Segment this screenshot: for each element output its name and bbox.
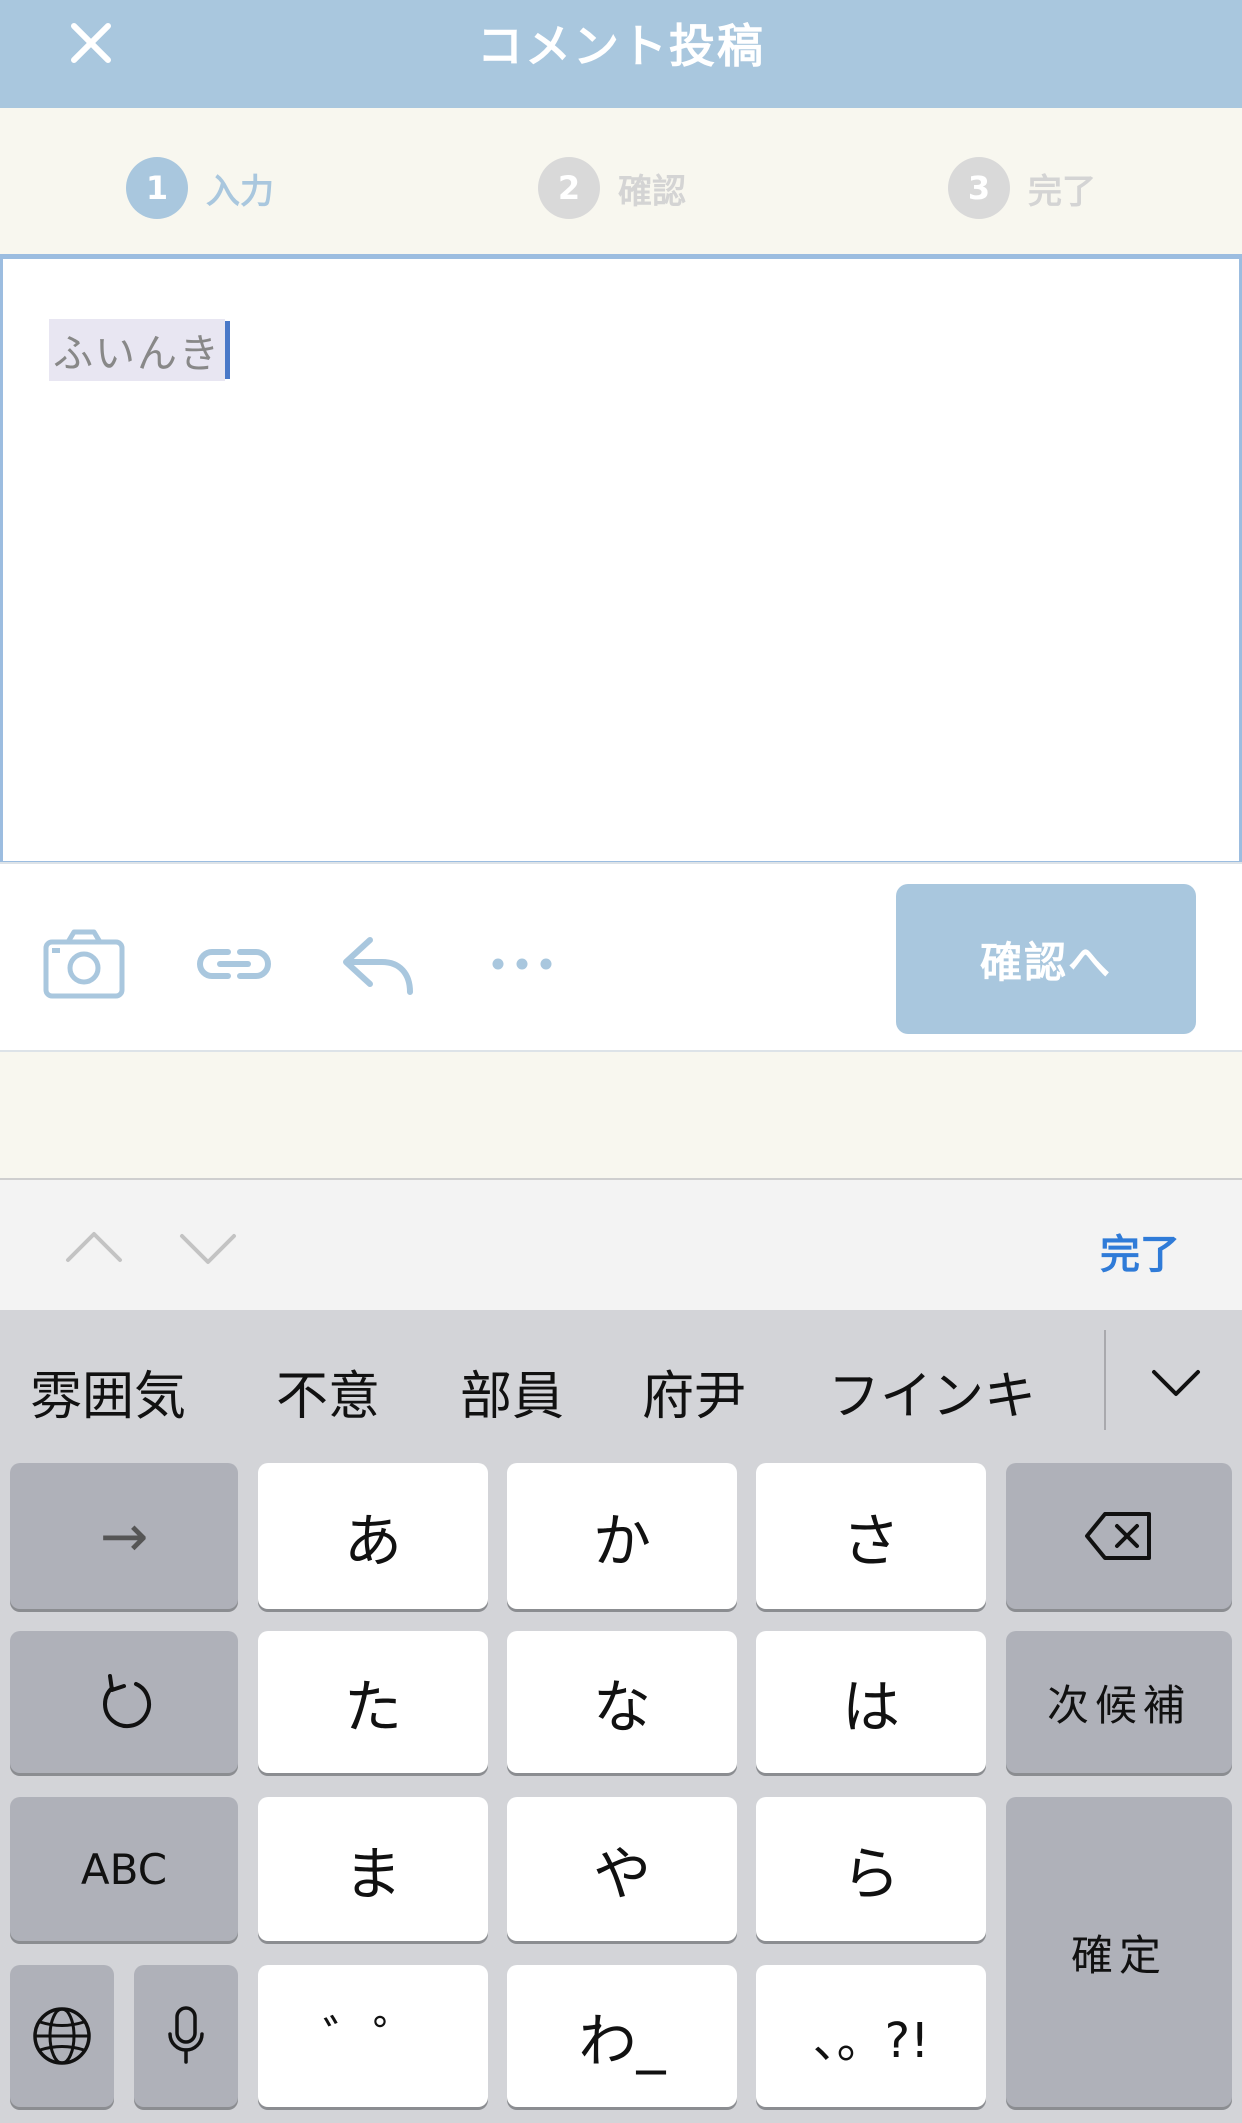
more-icon bbox=[492, 958, 552, 970]
chevron-down-icon bbox=[180, 1234, 236, 1264]
candidate-item[interactable]: 不意 bbox=[276, 1354, 380, 1429]
reply-icon bbox=[343, 937, 413, 995]
arrow-key-label: → bbox=[99, 1502, 149, 1570]
key-a[interactable]: あ bbox=[258, 1463, 488, 1609]
key-label: 、。?! bbox=[812, 2013, 930, 2069]
key-label: ら bbox=[841, 1840, 900, 1908]
key-ma[interactable]: ま bbox=[258, 1797, 488, 1941]
step-input: 1 入力 bbox=[126, 156, 274, 220]
dakuten-key[interactable]: ゛゜ bbox=[258, 1965, 488, 2107]
key-label: あ bbox=[343, 1507, 402, 1575]
step-label: 入力 bbox=[206, 171, 274, 212]
step-number: 3 bbox=[948, 157, 1010, 219]
step-number: 1 bbox=[126, 157, 188, 219]
camera-button[interactable] bbox=[42, 922, 126, 1006]
key-label: た bbox=[343, 1673, 402, 1741]
step-complete: 3 完了 bbox=[948, 156, 1096, 220]
japanese-keyboard: 雰囲気 不意 部員 府尹 フインキ → あ か さ た な は 次候補 ABC … bbox=[0, 1310, 1242, 2123]
candidate-item[interactable]: 府尹 bbox=[642, 1354, 746, 1429]
candidate-bar: 雰囲気 不意 部員 府尹 フインキ bbox=[0, 1310, 1242, 1462]
key-label: ABC bbox=[80, 1844, 168, 1894]
punctuation-key[interactable]: 、。?! bbox=[756, 1965, 986, 2107]
header-bar: コメント投稿 bbox=[0, 0, 1242, 108]
step-label: 完了 bbox=[1028, 171, 1096, 212]
microphone-icon bbox=[168, 2006, 204, 2064]
composition-area: ふいんき bbox=[49, 319, 230, 381]
step-confirm: 2 確認 bbox=[538, 156, 686, 220]
backspace-key[interactable] bbox=[1006, 1463, 1232, 1609]
reply-button[interactable] bbox=[336, 922, 420, 1006]
key-ha[interactable]: は bbox=[756, 1631, 986, 1773]
go-to-confirm-button[interactable]: 確認へ bbox=[896, 884, 1196, 1034]
composer-toolbar: 確認へ bbox=[0, 862, 1242, 1052]
confirm-key[interactable]: 確定 bbox=[1006, 1797, 1232, 2107]
comment-textarea[interactable]: ふいんき bbox=[0, 254, 1242, 864]
composition-text: ふいんき bbox=[49, 319, 225, 381]
candidate-item[interactable]: 部員 bbox=[460, 1354, 564, 1429]
next-field-button[interactable] bbox=[178, 1218, 238, 1278]
globe-key[interactable] bbox=[10, 1965, 114, 2107]
key-label: か bbox=[592, 1507, 651, 1575]
chevron-down-icon bbox=[1152, 1370, 1200, 1396]
key-label: わ_ bbox=[578, 2007, 666, 2075]
chevron-up-icon bbox=[66, 1232, 122, 1262]
link-icon bbox=[197, 949, 271, 979]
key-label: や bbox=[592, 1840, 651, 1908]
abc-key[interactable]: ABC bbox=[10, 1797, 238, 1941]
key-label: は bbox=[841, 1673, 900, 1741]
key-sa[interactable]: さ bbox=[756, 1463, 986, 1609]
link-button[interactable] bbox=[192, 922, 276, 1006]
expand-candidates-button[interactable] bbox=[1148, 1354, 1204, 1410]
camera-icon bbox=[43, 929, 125, 999]
microphone-key[interactable] bbox=[134, 1965, 238, 2107]
candidate-item[interactable]: フインキ bbox=[828, 1354, 1036, 1429]
text-caret bbox=[225, 321, 230, 379]
key-ya[interactable]: や bbox=[507, 1797, 737, 1941]
more-button[interactable] bbox=[482, 922, 566, 1006]
key-ra[interactable]: ら bbox=[756, 1797, 986, 1941]
keyboard-accessory-bar: 完了 bbox=[0, 1178, 1242, 1310]
undo-icon bbox=[103, 1674, 151, 1729]
key-label: 次候補 bbox=[1046, 1680, 1191, 1730]
globe-icon bbox=[33, 2007, 91, 2065]
undo-key[interactable] bbox=[10, 1631, 238, 1773]
backspace-icon bbox=[1085, 1512, 1151, 1560]
arrow-key[interactable]: → bbox=[10, 1463, 238, 1609]
key-label: さ bbox=[841, 1507, 900, 1575]
done-button[interactable]: 完了 bbox=[1100, 1222, 1180, 1280]
key-na[interactable]: な bbox=[507, 1631, 737, 1773]
key-label: ま bbox=[343, 1840, 402, 1908]
candidate-item[interactable]: 雰囲気 bbox=[30, 1354, 186, 1429]
key-ta[interactable]: た bbox=[258, 1631, 488, 1773]
key-label: な bbox=[592, 1673, 651, 1741]
key-wa[interactable]: わ_ bbox=[507, 1965, 737, 2107]
key-ka[interactable]: か bbox=[507, 1463, 737, 1609]
key-label: ゛゜ bbox=[323, 2011, 423, 2069]
step-label: 確認 bbox=[618, 171, 686, 212]
candidate-divider bbox=[1104, 1330, 1106, 1430]
step-indicator: 1 入力 2 確認 3 完了 bbox=[0, 108, 1242, 254]
step-number: 2 bbox=[538, 157, 600, 219]
previous-field-button[interactable] bbox=[64, 1218, 124, 1278]
page-title: コメント投稿 bbox=[477, 19, 765, 73]
key-label: 確定 bbox=[1070, 1930, 1167, 1980]
next-candidate-key[interactable]: 次候補 bbox=[1006, 1631, 1232, 1773]
